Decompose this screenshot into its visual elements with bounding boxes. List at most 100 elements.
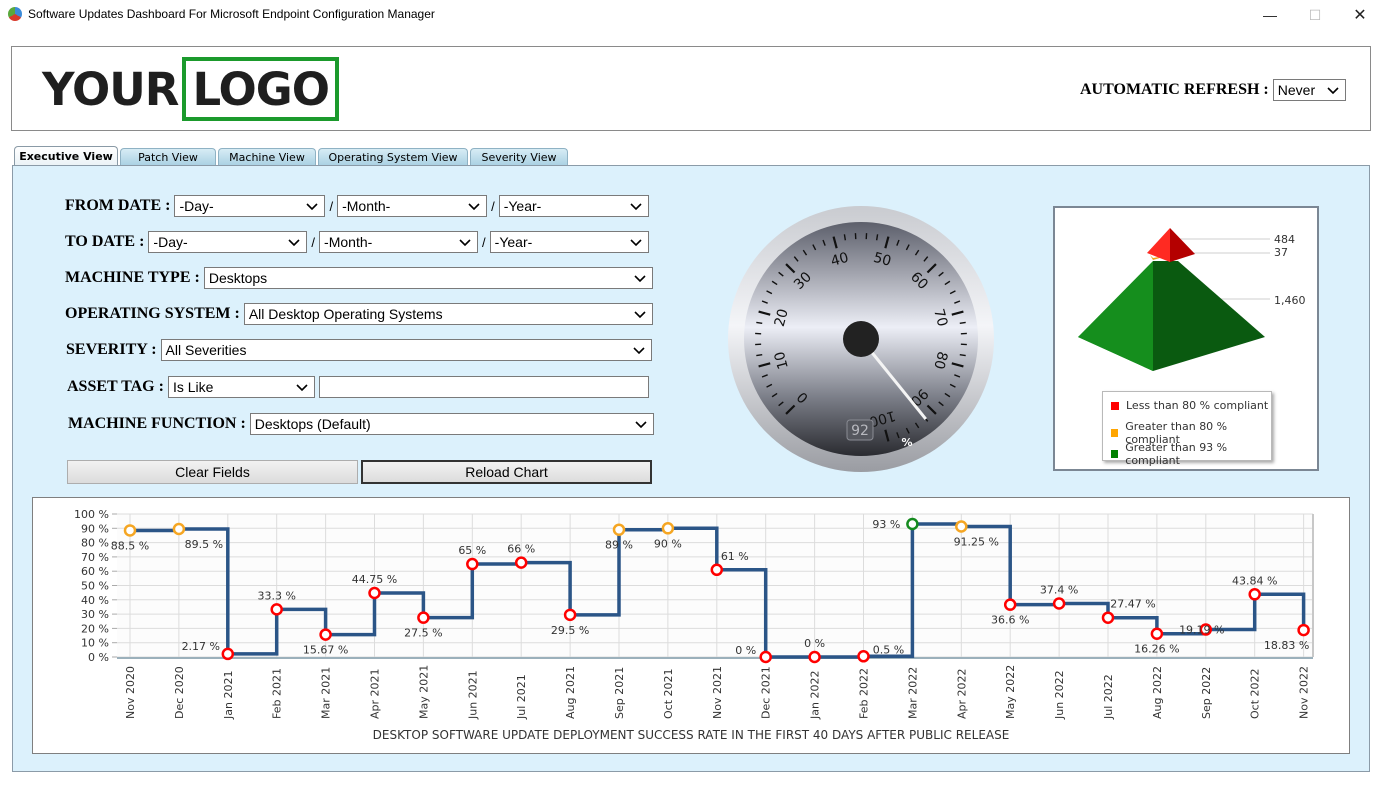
x-tick-label: Jan 2022	[809, 671, 822, 720]
pyramid-segment-green-right	[1153, 261, 1265, 371]
data-label: 93 %	[872, 518, 900, 531]
data-point[interactable]	[368, 586, 381, 600]
clear-fields-button[interactable]: Clear Fields	[67, 460, 358, 484]
data-point[interactable]	[661, 522, 675, 535]
to-year-value: -Year-	[494, 234, 533, 250]
close-button[interactable]: ✕	[1337, 0, 1381, 30]
machine-type-value: Desktops	[208, 270, 268, 286]
data-point[interactable]	[270, 603, 283, 616]
to-day-select[interactable]: -Day-	[148, 231, 308, 253]
x-tick-label: Jan 2021	[222, 671, 235, 720]
data-label: 66 %	[507, 543, 535, 556]
data-point[interactable]	[1248, 588, 1261, 601]
operating-system-row: OPERATING SYSTEM : All Desktop Operating…	[65, 303, 653, 325]
data-label: 18.83 %	[1264, 639, 1309, 652]
logo-text-logo: LOGO	[192, 62, 330, 116]
data-point[interactable]	[906, 517, 919, 531]
x-tick-label: Jun 2021	[466, 670, 479, 720]
pyramid-segment-red-right	[1170, 228, 1195, 262]
legend-item-red: Less than 80 % compliant	[1111, 399, 1268, 412]
data-point[interactable]	[1003, 598, 1017, 611]
data-point[interactable]	[466, 557, 479, 571]
severity-value: All Severities	[165, 342, 247, 358]
tab-executive-view[interactable]: Executive View	[14, 146, 118, 166]
data-label: 2.17 %	[182, 640, 220, 653]
chevron-down-icon	[468, 203, 480, 211]
logo-text-your: YOUR	[42, 62, 179, 116]
to-day-value: -Day-	[153, 234, 188, 250]
x-tick-label: Aug 2021	[564, 666, 577, 719]
pyramid-segment-red-left	[1147, 228, 1170, 262]
x-tick-label: Mar 2021	[320, 667, 333, 719]
from-year-select[interactable]: -Year-	[498, 195, 649, 217]
severity-label: SEVERITY :	[66, 341, 157, 358]
data-point[interactable]	[857, 650, 870, 663]
date-separator: /	[491, 198, 495, 214]
minimize-button[interactable]: —	[1247, 0, 1293, 30]
tab-severity-view[interactable]: Severity View	[470, 148, 568, 166]
y-tick-label: 80 %	[81, 537, 109, 550]
chevron-down-icon	[632, 347, 645, 355]
from-day-select[interactable]: -Day-	[174, 195, 326, 217]
data-point[interactable]	[1297, 623, 1310, 637]
data-point[interactable]	[955, 520, 968, 533]
to-month-select[interactable]: -Month-	[319, 231, 479, 253]
maximize-button[interactable]: ☐	[1292, 0, 1338, 30]
x-tick-label: Dec 2020	[173, 666, 186, 719]
data-point[interactable]	[759, 650, 772, 664]
view-tabs: Executive View Patch View Machine View O…	[14, 146, 570, 166]
data-point[interactable]	[710, 563, 724, 577]
tab-operating-system-view[interactable]: Operating System View	[318, 148, 468, 166]
data-label: 44.75 %	[352, 573, 397, 586]
y-tick-label: 60 %	[81, 565, 109, 578]
data-point[interactable]	[612, 523, 626, 536]
data-point[interactable]	[123, 524, 137, 537]
data-label: 33.3 %	[257, 589, 295, 602]
data-point[interactable]	[221, 647, 235, 661]
tab-machine-view[interactable]: Machine View	[218, 148, 316, 166]
success-rate-chart: 0 % 10 % 20 % 30 % 40 % 50 % 60 % 70 % 80 % 90 % 1…	[32, 497, 1350, 754]
data-label: 29.5 %	[551, 624, 589, 637]
x-tick-label: May 2022	[1004, 665, 1017, 719]
data-label: 16.26 %	[1134, 643, 1179, 656]
data-point[interactable]	[1052, 597, 1066, 610]
app-icon	[8, 7, 22, 21]
severity-select[interactable]: All Severities	[160, 339, 652, 361]
data-point[interactable]	[319, 628, 332, 641]
chevron-down-icon	[634, 275, 646, 283]
company-logo: YOUR LOGO	[42, 57, 339, 121]
data-point[interactable]	[514, 556, 528, 569]
x-axis-ticks: Nov 2020 Dec 2020 Jan 2021 Feb 2021 Mar 2021…	[124, 665, 1311, 720]
asset-tag-row: ASSET TAG : Is Like	[67, 376, 649, 398]
auto-refresh-select[interactable]: Never	[1272, 79, 1346, 101]
data-point[interactable]	[563, 608, 577, 622]
x-tick-label: Sep 2021	[613, 667, 626, 719]
machine-type-label: MACHINE TYPE :	[65, 269, 200, 286]
data-label: 19.19 %	[1179, 624, 1224, 637]
from-month-value: -Month-	[342, 198, 391, 214]
y-tick-label: 0 %	[88, 651, 109, 664]
severity-row: SEVERITY : All Severities	[66, 339, 652, 361]
gauge-tick	[843, 234, 847, 241]
asset-tag-input[interactable]	[318, 376, 649, 398]
data-point[interactable]	[1101, 611, 1115, 624]
asset-tag-operator-select[interactable]: Is Like	[167, 376, 315, 398]
data-point[interactable]	[1150, 627, 1164, 640]
machine-type-select[interactable]: Desktops	[203, 267, 653, 289]
to-year-select[interactable]: -Year-	[489, 231, 649, 253]
to-month-value: -Month-	[324, 234, 373, 250]
tab-patch-view[interactable]: Patch View	[120, 148, 216, 166]
data-point[interactable]	[417, 611, 430, 624]
data-point[interactable]	[172, 522, 186, 536]
x-tick-label: Apr 2022	[955, 668, 968, 719]
gauge-tick	[756, 321, 763, 325]
data-label: 89.5 %	[185, 538, 223, 551]
data-point[interactable]	[808, 650, 821, 664]
legend-swatch-orange	[1111, 429, 1119, 437]
from-month-select[interactable]: -Month-	[337, 195, 488, 217]
x-tick-label: Mar 2022	[906, 667, 919, 719]
reload-chart-button[interactable]: Reload Chart	[361, 460, 652, 484]
machine-function-select[interactable]: Desktops (Default)	[249, 413, 654, 435]
auto-refresh-label: AUTOMATIC REFRESH :	[1080, 81, 1269, 98]
operating-system-select[interactable]: All Desktop Operating Systems	[243, 303, 653, 325]
